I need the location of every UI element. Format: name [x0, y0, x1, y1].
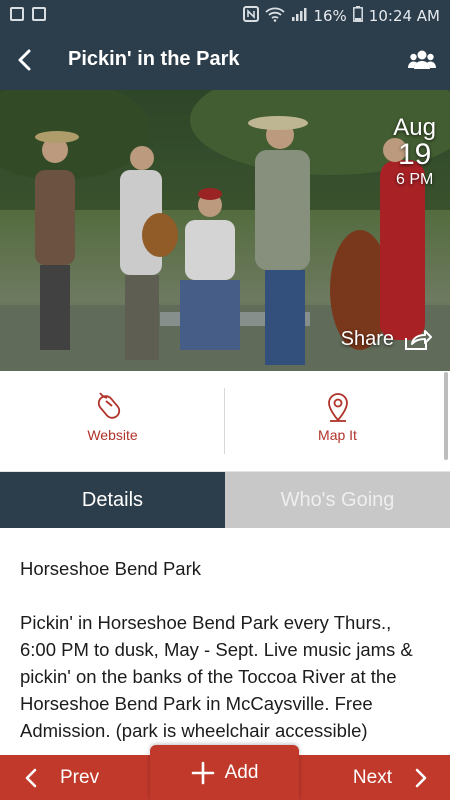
tab-whos-going[interactable]: Who's Going	[225, 472, 450, 528]
whos-going-button[interactable]	[408, 48, 436, 72]
map-pin-icon	[327, 393, 348, 422]
share-button[interactable]: Share	[341, 328, 432, 351]
image-icon	[10, 7, 24, 21]
tab-bar: Details Who's Going	[0, 472, 450, 528]
event-month: Aug	[393, 114, 436, 141]
people-icon	[408, 50, 436, 69]
app-bar: Pickin' in the Park	[0, 31, 450, 90]
page-title: Pickin' in the Park	[68, 48, 240, 70]
event-time: 6 PM	[395, 171, 434, 188]
venue-name: Horseshoe Bend Park	[20, 558, 201, 579]
chevron-left-icon	[25, 768, 37, 787]
next-button[interactable]: Next	[353, 755, 428, 800]
website-button[interactable]: Website	[0, 389, 225, 443]
battery-level: 16%	[313, 7, 347, 25]
tab-details[interactable]: Details	[0, 472, 225, 528]
nfc-icon	[243, 6, 260, 26]
status-bar: 16% 10:24 AM	[0, 0, 450, 31]
event-description: Pickin' in Horseshoe Bend Park every Thu…	[20, 612, 413, 741]
event-date: Aug 19 6 PM	[393, 116, 436, 188]
action-row: Website Map It	[0, 371, 450, 472]
signal-icon	[291, 6, 307, 26]
share-arrow-icon	[405, 329, 432, 350]
share-label: Share	[340, 328, 394, 350]
scrollbar[interactable]	[444, 372, 448, 460]
plus-icon	[191, 761, 214, 784]
clock: 10:24 AM	[368, 7, 440, 25]
chevron-right-icon	[415, 768, 427, 787]
sim-icon	[32, 7, 46, 21]
add-label: Add	[224, 761, 259, 783]
prev-label: Prev	[60, 766, 100, 788]
event-day: 19	[397, 138, 432, 171]
mouse-icon	[97, 392, 120, 419]
back-button[interactable]	[10, 45, 40, 75]
website-label: Website	[87, 427, 138, 443]
details-panel: Horseshoe Bend Park Pickin' in Horseshoe…	[20, 555, 425, 755]
chevron-left-icon	[18, 49, 31, 71]
next-label: Next	[352, 766, 392, 788]
wifi-icon	[265, 6, 286, 26]
map-it-label: Map It	[318, 427, 357, 443]
add-button[interactable]: Add	[150, 745, 299, 800]
map-it-button[interactable]: Map It	[225, 389, 450, 443]
event-photo: Aug 19 6 PM Share	[0, 90, 450, 371]
battery-icon	[352, 6, 363, 26]
prev-button[interactable]: Prev	[24, 755, 99, 800]
